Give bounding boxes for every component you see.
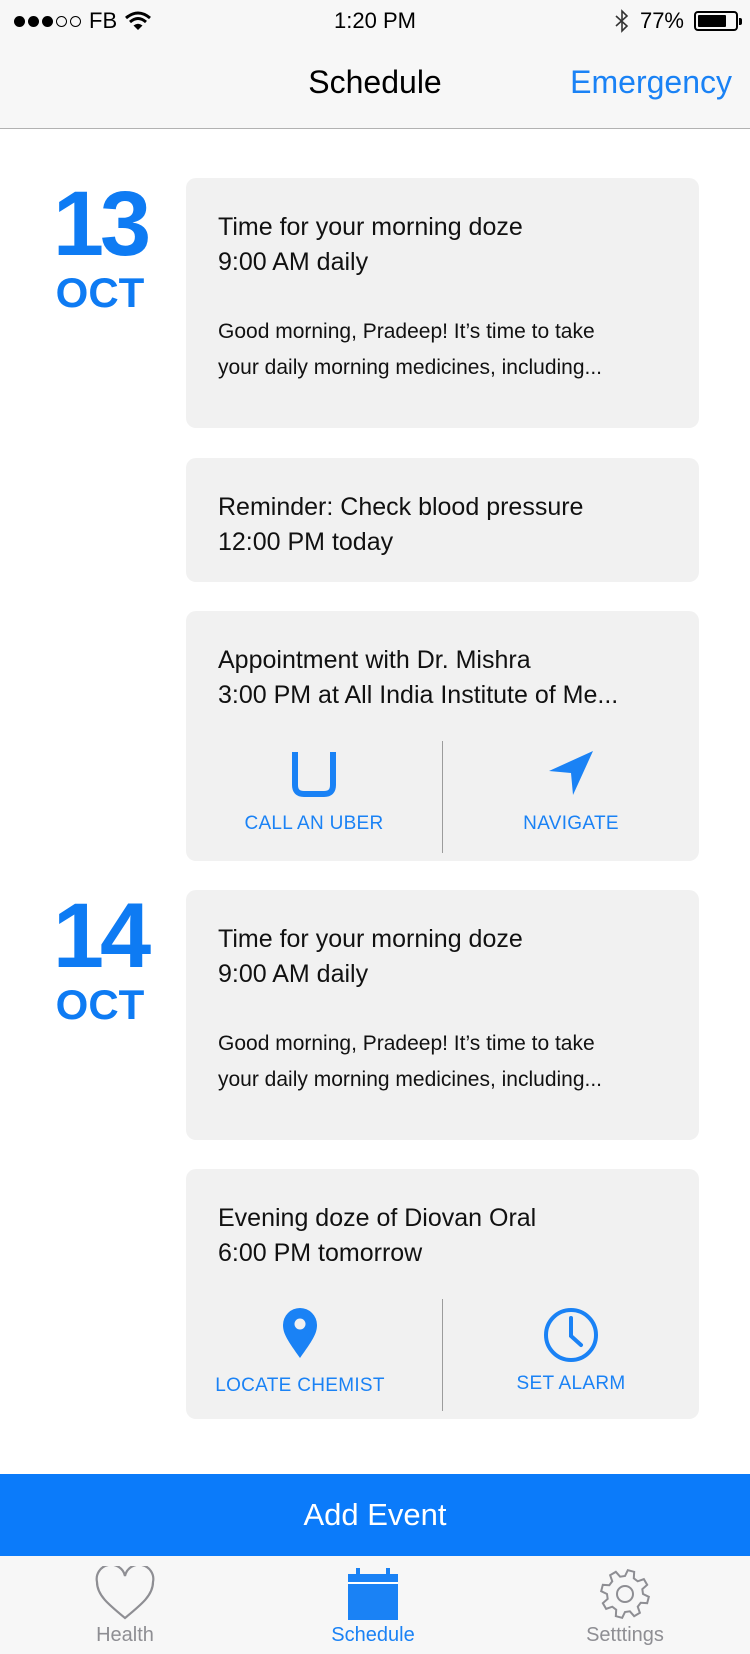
- event-title: Appointment with Dr. Mishra: [218, 646, 531, 674]
- event-title: Evening doze of Diovan Oral: [218, 1204, 537, 1232]
- battery-percent: 77%: [639, 8, 684, 33]
- date-month: OCT: [55, 981, 145, 1028]
- date-label-day-2: 14 OCT: [36, 890, 164, 1028]
- event-description-line: Good morning, Pradeep! It’s time to take: [218, 1032, 595, 1055]
- tab-settings[interactable]: Setttings: [500, 1556, 750, 1654]
- status-bar: FB 1:20 PM 77%: [0, 0, 750, 42]
- event-title: Reminder: Check blood pressure: [218, 493, 584, 521]
- map-pin-icon: [283, 1308, 317, 1358]
- action-label: CALL AN UBER: [244, 813, 384, 834]
- date-day: 14: [52, 885, 151, 987]
- tab-bar: Health Schedule Setttings: [0, 1556, 750, 1654]
- event-time: 9:00 AM daily: [218, 960, 369, 988]
- uber-icon: [292, 752, 336, 797]
- event-time: 3:00 PM at All India Institute of Me...: [218, 681, 619, 709]
- event-card-evening-doze[interactable]: Evening doze of Diovan Oral 6:00 PM tomo…: [186, 1169, 699, 1419]
- event-description-line: your daily morning medicines, including.…: [218, 356, 603, 379]
- action-label: NAVIGATE: [523, 813, 619, 834]
- date-label-day-1: 13 OCT: [36, 178, 164, 316]
- event-actions: LOCATE CHEMIST SET ALARM: [186, 1289, 699, 1419]
- event-description-line: Good morning, Pradeep! It’s time to take: [218, 320, 595, 343]
- tab-health[interactable]: Health: [0, 1556, 250, 1654]
- tab-schedule[interactable]: Schedule: [248, 1556, 498, 1654]
- event-time: 9:00 AM daily: [218, 248, 369, 276]
- tab-label: Schedule: [331, 1624, 415, 1646]
- emergency-button[interactable]: Emergency: [570, 64, 732, 101]
- event-card-appointment[interactable]: Appointment with Dr. Mishra 3:00 PM at A…: [186, 611, 699, 861]
- tab-label: Health: [96, 1624, 154, 1646]
- event-title: Time for your morning doze: [218, 213, 523, 241]
- event-actions: CALL AN UBER NAVIGATE: [186, 731, 699, 861]
- event-description-line: your daily morning medicines, including.…: [218, 1068, 603, 1091]
- event-description: Good morning, Pradeep! It’s time to take…: [218, 314, 699, 386]
- calendar-icon: [348, 1568, 398, 1620]
- tab-label: Setttings: [586, 1624, 664, 1646]
- event-description: Good morning, Pradeep! It’s time to take…: [218, 1026, 699, 1098]
- event-card-morning-doze[interactable]: Time for your morning doze 9:00 AM daily…: [186, 178, 699, 428]
- set-alarm-button[interactable]: SET ALARM: [443, 1307, 699, 1395]
- date-month: OCT: [55, 269, 145, 316]
- add-event-button[interactable]: Add Event: [0, 1474, 750, 1556]
- event-title: Time for your morning doze: [218, 925, 523, 953]
- bluetooth-icon: [615, 9, 629, 33]
- action-label: SET ALARM: [516, 1373, 626, 1394]
- navigation-bar: Schedule Emergency: [0, 42, 750, 129]
- status-right: 77%: [614, 8, 742, 34]
- event-card-morning-doze[interactable]: Time for your morning doze 9:00 AM daily…: [186, 890, 699, 1140]
- navigate-arrow-icon: [549, 751, 593, 795]
- date-day: 13: [52, 173, 151, 275]
- event-card-blood-pressure[interactable]: Reminder: Check blood pressure 12:00 PM …: [186, 458, 699, 582]
- gear-icon: [599, 1568, 651, 1620]
- action-label: LOCATE CHEMIST: [215, 1375, 385, 1396]
- event-time: 6:00 PM tomorrow: [218, 1239, 423, 1267]
- battery-icon: [694, 11, 742, 31]
- event-time: 12:00 PM today: [218, 528, 394, 556]
- heart-icon: [95, 1566, 155, 1620]
- gear-outline: [599, 1568, 651, 1620]
- locate-chemist-button[interactable]: LOCATE CHEMIST: [172, 1307, 428, 1397]
- navigate-button[interactable]: NAVIGATE: [443, 749, 699, 835]
- call-uber-button[interactable]: CALL AN UBER: [186, 749, 442, 835]
- clock-icon: [544, 1308, 598, 1362]
